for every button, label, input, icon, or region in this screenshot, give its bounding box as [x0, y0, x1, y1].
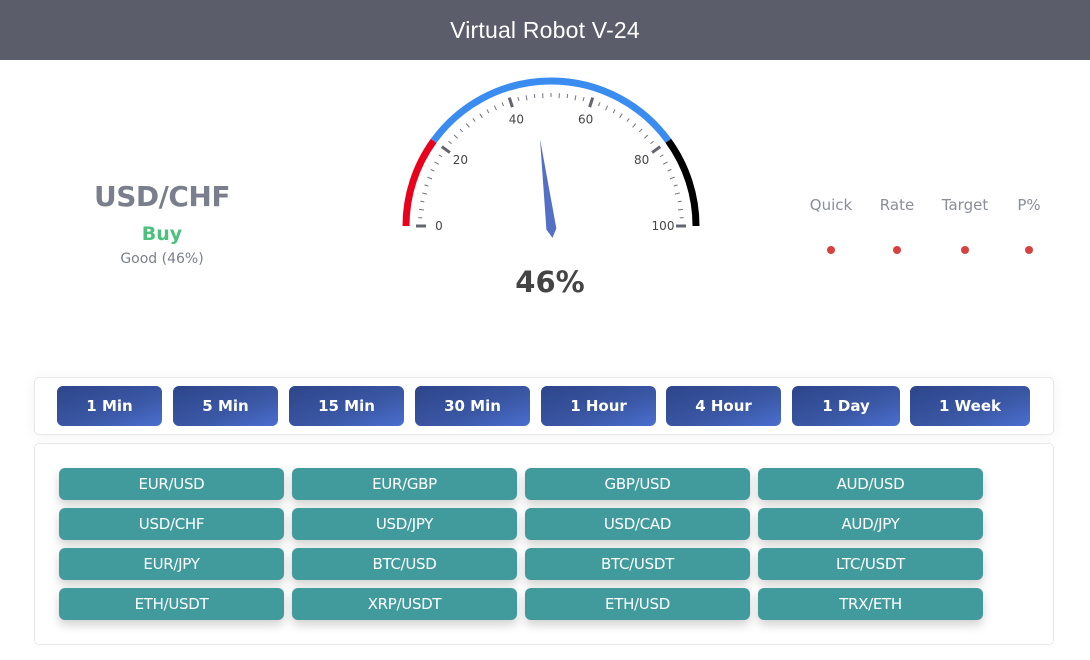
- selected-pair-name: USD/CHF: [94, 180, 230, 213]
- gauge-minor-tick: [424, 184, 429, 187]
- gauge-minor-tick: [612, 109, 616, 114]
- gauge-tick-label: 0: [435, 219, 443, 233]
- status-dot-icon: [1025, 246, 1033, 254]
- gauge-tick-label: 80: [634, 153, 649, 167]
- gauge-minor-tick: [427, 176, 433, 180]
- timeframe-button-1-week[interactable]: 1 Week: [910, 386, 1030, 426]
- gauge-minor-tick: [677, 200, 682, 203]
- gauge-value-label: 46%: [515, 265, 585, 299]
- gauge-minor-tick: [598, 102, 601, 107]
- gauge-band-2: [665, 138, 700, 227]
- gauge-minor-tick: [638, 128, 643, 133]
- gauge-minor-tick: [605, 105, 609, 111]
- pair-button-btc-usd[interactable]: BTC/USD: [292, 548, 517, 580]
- timeframe-button-5-min[interactable]: 5 Min: [173, 386, 278, 426]
- gauge-minor-tick: [667, 168, 672, 172]
- gauge-minor-tick: [453, 134, 459, 139]
- gauge-minor-tick: [632, 123, 637, 128]
- gauge-major-tick: [440, 145, 451, 154]
- gauge-minor-tick: [472, 118, 476, 122]
- gauge-minor-tick: [486, 109, 490, 114]
- gauge-minor-tick: [533, 93, 536, 99]
- gauge-minor-tick: [459, 128, 464, 133]
- gauge-minor-tick: [448, 140, 452, 145]
- app-header: Virtual Robot V-24: [0, 0, 1090, 60]
- stat-p-pct: P%: [989, 196, 1069, 254]
- gauge-minor-tick: [669, 176, 675, 180]
- pair-button-usd-chf[interactable]: USD/CHF: [59, 508, 284, 540]
- timeframe-button-1-hour[interactable]: 1 Hour: [541, 386, 656, 426]
- gauge-minor-tick: [673, 184, 678, 187]
- gauge-minor-tick: [501, 102, 504, 107]
- gauge-minor-tick: [422, 192, 428, 195]
- gauge-minor-tick: [517, 97, 520, 102]
- gauge-tick-label: 20: [453, 153, 468, 167]
- gauge-minor-tick: [650, 140, 654, 145]
- timeframe-bar: 1 Min 5 Min 15 Min 30 Min 1 Hour 4 Hour 1 Day 1…: [34, 377, 1054, 435]
- signal-label: Buy: [141, 223, 183, 245]
- gauge-minor-tick: [493, 105, 497, 111]
- gauge-minor-tick: [677, 208, 684, 211]
- pair-button-eur-jpy[interactable]: EUR/JPY: [59, 548, 284, 580]
- gauge-minor-tick: [582, 97, 585, 102]
- gauge-minor-tick: [479, 113, 483, 119]
- pair-button-ltc-usdt[interactable]: LTC/USDT: [758, 548, 983, 580]
- timeframe-button-15-min[interactable]: 15 Min: [289, 386, 404, 426]
- pair-button-eur-usd[interactable]: EUR/USD: [59, 468, 284, 500]
- app-title: Virtual Robot V-24: [450, 16, 640, 43]
- gauge-tick-label: 40: [509, 112, 524, 126]
- gauge-minor-tick: [434, 161, 440, 165]
- gauge-minor-tick: [574, 95, 577, 101]
- gauge-minor-tick: [566, 93, 569, 99]
- signal-gauge: 0 20 40 60 80 100 46%: [380, 60, 720, 310]
- gauge-minor-tick: [619, 113, 623, 119]
- pair-button-usd-jpy[interactable]: USD/JPY: [292, 508, 517, 540]
- gauge-minor-tick: [418, 208, 425, 211]
- gauge-minor-tick: [674, 192, 680, 195]
- gauge-major-tick: [588, 97, 595, 108]
- pair-button-gbp-usd[interactable]: GBP/USD: [525, 468, 750, 500]
- stat-label: P%: [1017, 196, 1041, 214]
- gauge-tick-label: 60: [578, 112, 593, 126]
- gauge-minor-tick: [525, 95, 528, 101]
- gauge-band-0: [402, 138, 437, 227]
- timeframe-button-30-min[interactable]: 30 Min: [415, 386, 530, 426]
- gauge-needle: [539, 138, 557, 238]
- pair-button-eur-gbp[interactable]: EUR/GBP: [292, 468, 517, 500]
- gauge-minor-tick: [626, 118, 630, 122]
- pair-button-eth-usd[interactable]: ETH/USD: [525, 588, 750, 620]
- pair-button-usd-cad[interactable]: USD/CAD: [525, 508, 750, 540]
- pair-button-xrp-usdt[interactable]: XRP/USDT: [292, 588, 517, 620]
- timeframe-button-4-hour[interactable]: 4 Hour: [666, 386, 781, 426]
- gauge-major-tick: [651, 145, 662, 154]
- status-dot-icon: [961, 246, 969, 254]
- timeframe-button-1-min[interactable]: 1 Min: [57, 386, 162, 426]
- gauge-minor-tick: [659, 154, 664, 158]
- pair-button-btc-usdt[interactable]: BTC/USDT: [525, 548, 750, 580]
- gauge-minor-tick: [465, 123, 470, 128]
- signal-description: Good (46%): [120, 251, 204, 267]
- pair-button-eth-usdt[interactable]: ETH/USDT: [59, 588, 284, 620]
- timeframe-button-1-day[interactable]: 1 Day: [792, 386, 900, 426]
- selected-pair-panel: USD/CHF Buy Good (46%): [62, 180, 262, 267]
- gauge-minor-tick: [643, 134, 649, 139]
- status-dot-icon: [827, 246, 835, 254]
- pair-button-aud-usd[interactable]: AUD/USD: [758, 468, 983, 500]
- pair-button-aud-jpy[interactable]: AUD/JPY: [758, 508, 983, 540]
- gauge-minor-tick: [662, 161, 668, 165]
- gauge-minor-tick: [430, 168, 435, 172]
- pair-button-trx-eth[interactable]: TRX/ETH: [758, 588, 983, 620]
- gauge-major-tick: [507, 97, 514, 108]
- gauge-tick-label: 100: [652, 219, 675, 233]
- gauge-minor-tick: [438, 154, 443, 158]
- gauge-band-1: [430, 77, 672, 143]
- status-dot-icon: [893, 246, 901, 254]
- gauge-minor-tick: [420, 200, 425, 203]
- pairs-grid: EUR/USD EUR/GBP GBP/USD AUD/USD USD/CHF USD/J…: [34, 443, 1054, 645]
